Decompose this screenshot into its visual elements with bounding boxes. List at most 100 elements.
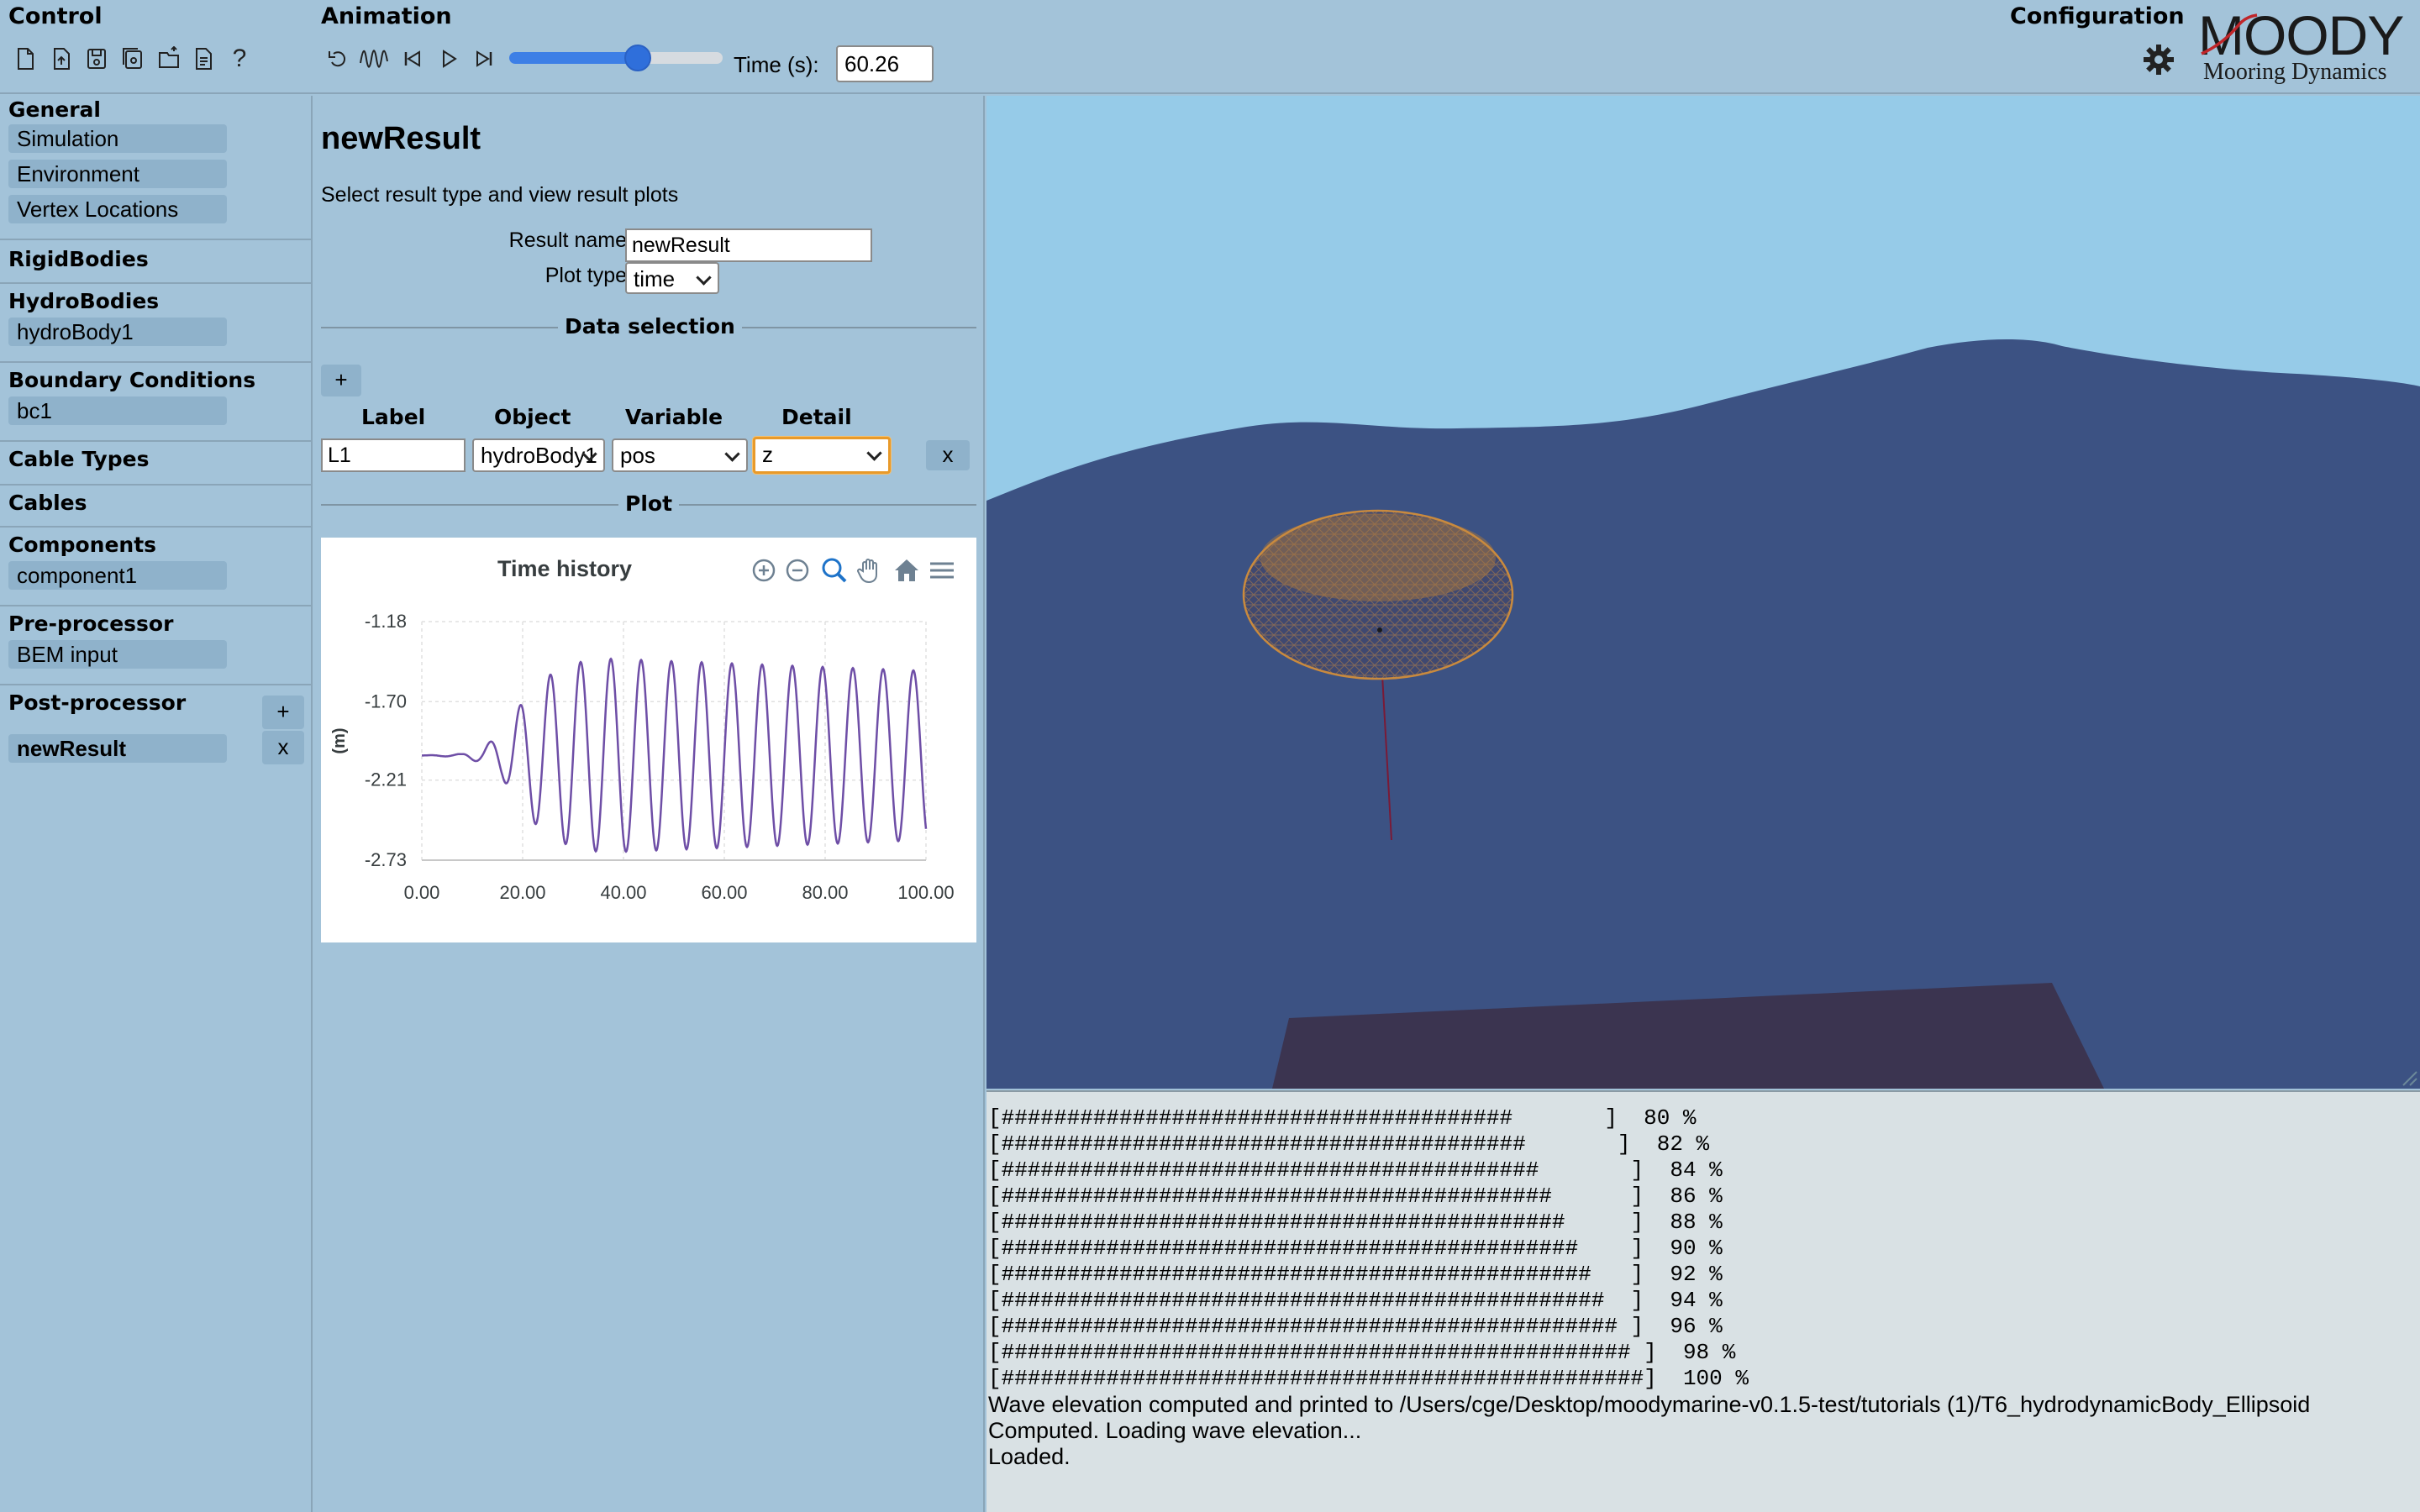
column-header-detail: Detail — [781, 405, 852, 429]
reset-icon[interactable] — [323, 40, 353, 77]
progress-bar-text: [#######################################… — [988, 1131, 1631, 1157]
magnifier-icon[interactable] — [820, 556, 849, 585]
plot-type-select[interactable]: time — [625, 262, 719, 294]
zoom-in-icon[interactable] — [750, 556, 778, 585]
plot-type-value: time — [634, 266, 676, 291]
x-tick-label: 0.00 — [404, 882, 440, 903]
time-history-chart[interactable]: 0.00 20.00 40.00 60.00 80.00 100.00 -1.18 -1.70… — [321, 538, 976, 942]
data-label-input[interactable] — [321, 438, 466, 472]
save-icon[interactable] — [82, 40, 112, 77]
animation-time-slider[interactable] — [509, 45, 723, 71]
console-progress-line: [#######################################… — [988, 1105, 2420, 1131]
skip-forward-icon[interactable] — [469, 40, 499, 77]
scene-canvas — [986, 339, 2420, 1089]
open-file-icon[interactable] — [46, 40, 76, 77]
remove-result-button[interactable]: x — [262, 731, 304, 764]
wave-icon[interactable] — [359, 40, 389, 77]
add-data-button[interactable]: + — [321, 365, 361, 396]
sidebar-item-bem-input[interactable]: BEM input — [8, 640, 227, 669]
console-progress-line: [#######################################… — [988, 1366, 2420, 1392]
new-file-icon[interactable] — [10, 40, 40, 77]
slider-thumb[interactable] — [624, 45, 652, 71]
sidebar-item-vertex-locations[interactable]: Vertex Locations — [8, 195, 227, 223]
sidebar-heading-hydro-bodies[interactable]: HydroBodies — [8, 289, 159, 313]
console-output[interactable]: [#######################################… — [986, 1090, 2420, 1512]
sidebar-divider — [0, 605, 311, 606]
save-as-icon[interactable] — [118, 40, 148, 77]
menu-icon[interactable] — [928, 556, 956, 585]
x-tick-label: 60.00 — [701, 882, 747, 903]
zoom-out-icon[interactable] — [783, 556, 812, 585]
progress-bar-text: [#######################################… — [988, 1236, 1644, 1261]
progress-bar-text: [#######################################… — [988, 1158, 1644, 1183]
sidebar-heading-rigid-bodies[interactable]: RigidBodies — [8, 247, 149, 271]
slider-fill — [509, 52, 639, 64]
plot-type-label: Plot type — [544, 264, 627, 287]
console-messages: Wave elevation computed and printed to /… — [988, 1392, 2420, 1470]
console-progress-lines: [#######################################… — [988, 1105, 2420, 1392]
sidebar: General Simulation Environment Vertex Lo… — [0, 96, 313, 1512]
progress-percent: 80 % — [1617, 1105, 1697, 1131]
moody-logo: MOODY Mooring Dynamics — [2195, 3, 2413, 87]
sidebar-item-simulation[interactable]: Simulation — [8, 124, 227, 153]
sidebar-heading-general: General — [8, 97, 101, 122]
x-tick-label: 80.00 — [802, 882, 848, 903]
home-icon[interactable] — [892, 556, 921, 585]
sea-surface — [986, 339, 2420, 1089]
console-line-clipped — [988, 1092, 2420, 1105]
sidebar-item-bc1[interactable]: bc1 — [8, 396, 227, 425]
console-message: Loaded. — [988, 1444, 1071, 1469]
sidebar-heading-pre-processor[interactable]: Pre-processor — [8, 612, 173, 636]
sidebar-divider — [0, 361, 311, 363]
add-result-button[interactable]: + — [262, 696, 304, 729]
column-header-object: Object — [494, 405, 571, 429]
sidebar-item-newresult[interactable]: newResult — [8, 734, 227, 763]
variable-select[interactable]: pos — [612, 438, 748, 472]
sidebar-heading-post-processor[interactable]: Post-processor — [8, 690, 186, 715]
pan-hand-icon[interactable] — [855, 556, 884, 585]
progress-bar-text: [#######################################… — [988, 1288, 1644, 1313]
y-tick-label: -2.73 — [365, 849, 407, 870]
folder-export-icon[interactable] — [154, 40, 184, 77]
sidebar-heading-cable-types[interactable]: Cable Types — [8, 447, 149, 471]
top-toolbar: Control ? Animation Time (s): Configurat — [0, 0, 2420, 94]
progress-bar-text: [#######################################… — [988, 1314, 1644, 1339]
y-axis-label: (m) — [330, 727, 349, 753]
sidebar-item-component1[interactable]: component1 — [8, 561, 227, 590]
3d-viewport[interactable] — [986, 96, 2420, 1089]
sidebar-divider — [0, 684, 311, 685]
console-message: Wave elevation computed and printed to /… — [988, 1392, 2311, 1417]
console-progress-line: [#######################################… — [988, 1184, 2420, 1210]
time-input[interactable] — [836, 45, 934, 82]
series-line — [422, 657, 928, 853]
remove-data-button[interactable]: x — [926, 440, 970, 470]
sidebar-item-hydrobody1[interactable]: hydroBody1 — [8, 318, 227, 346]
plot-section-title: Plot — [618, 491, 680, 516]
logo-subtitle: Mooring Dynamics — [2203, 59, 2387, 85]
sidebar-heading-boundary-conditions[interactable]: Boundary Conditions — [8, 368, 255, 392]
object-select[interactable]: hydroBody1 — [472, 438, 605, 472]
document-icon[interactable] — [188, 40, 218, 77]
control-title: Control — [8, 3, 103, 29]
skip-back-icon[interactable] — [397, 40, 428, 77]
sidebar-heading-cables[interactable]: Cables — [8, 491, 87, 515]
gear-icon[interactable] — [2141, 42, 2176, 77]
sidebar-heading-components[interactable]: Components — [8, 533, 156, 557]
console-progress-line: [#######################################… — [988, 1314, 2420, 1340]
column-header-label: Label — [361, 405, 426, 429]
progress-bar-text: [#######################################… — [988, 1105, 1618, 1131]
sidebar-divider — [0, 282, 311, 284]
sidebar-divider — [0, 484, 311, 486]
console-message: Computed. Loading wave elevation... — [988, 1418, 1362, 1443]
result-description: Select result type and view result plots — [321, 183, 679, 207]
progress-percent: 96 % — [1644, 1314, 1723, 1339]
progress-bar-text: [#######################################… — [988, 1210, 1644, 1235]
progress-bar-text: [#######################################… — [988, 1366, 1657, 1391]
sidebar-item-environment[interactable]: Environment — [8, 160, 227, 188]
result-name-input[interactable] — [625, 228, 872, 262]
help-icon[interactable]: ? — [224, 40, 255, 77]
detail-select[interactable]: z — [753, 437, 891, 474]
play-icon[interactable] — [434, 40, 464, 77]
console-progress-line: [#######################################… — [988, 1210, 2420, 1236]
console-progress-line: [#######################################… — [988, 1158, 2420, 1184]
